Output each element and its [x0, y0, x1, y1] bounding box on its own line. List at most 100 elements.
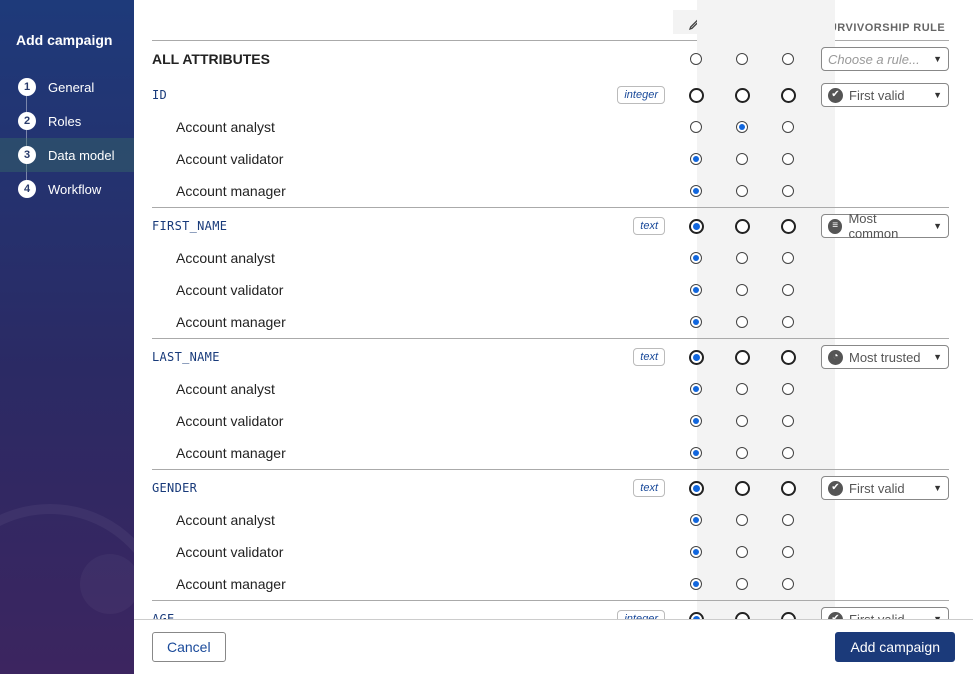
attr-perm-view[interactable]	[735, 350, 750, 365]
role-perm-hide[interactable]	[782, 415, 794, 427]
role-perm-view[interactable]	[736, 284, 748, 296]
role-perm-edit[interactable]	[690, 252, 702, 264]
role-perm-view[interactable]	[736, 185, 748, 197]
role-perm-hide[interactable]	[782, 447, 794, 459]
role-perm-edit[interactable]	[690, 546, 702, 558]
role-perm-edit[interactable]	[690, 514, 702, 526]
all-attr-rule-select[interactable]: Choose a rule... ▼	[821, 47, 949, 71]
attr-perm-edit[interactable]	[689, 350, 704, 365]
step-number: 1	[18, 78, 36, 96]
rule-select[interactable]: ≡Most common▼	[821, 214, 949, 238]
wizard-step-2[interactable]: 2Roles	[0, 104, 134, 138]
attribute-name: GENDER	[152, 481, 197, 495]
role-perm-hide[interactable]	[782, 153, 794, 165]
role-perm-hide[interactable]	[782, 514, 794, 526]
data-model-scroll[interactable]: SURVIVORSHIP RULE ALL ATTRIBUTES Choose …	[134, 0, 973, 619]
role-permission-row: Account validator	[152, 143, 949, 175]
attr-perm-hide[interactable]	[781, 350, 796, 365]
role-perm-view[interactable]	[736, 121, 748, 133]
role-name: Account validator	[152, 151, 283, 167]
attribute-type-tag: text	[633, 479, 665, 497]
role-perm-hide[interactable]	[782, 284, 794, 296]
role-perm-edit[interactable]	[690, 415, 702, 427]
role-permission-row: Account manager	[152, 437, 949, 469]
sidebar-title: Add campaign	[0, 32, 134, 70]
attr-perm-hide[interactable]	[781, 88, 796, 103]
attribute-row: GENDER text ✔First valid▼	[152, 469, 949, 504]
attr-perm-view[interactable]	[735, 219, 750, 234]
role-perm-hide[interactable]	[782, 121, 794, 133]
attr-perm-edit[interactable]	[689, 219, 704, 234]
rule-select-label: Most trusted	[849, 350, 921, 365]
rule-select-label: Most common	[848, 211, 927, 241]
role-perm-edit[interactable]	[690, 284, 702, 296]
role-perm-edit[interactable]	[690, 447, 702, 459]
all-attr-perm-view[interactable]	[736, 53, 748, 65]
role-permission-row: Account validator	[152, 405, 949, 437]
role-permission-row: Account analyst	[152, 373, 949, 405]
role-perm-hide[interactable]	[782, 578, 794, 590]
role-perm-hide[interactable]	[782, 383, 794, 395]
permission-columns-header	[673, 10, 811, 34]
role-perm-view[interactable]	[736, 153, 748, 165]
attribute-name: ID	[152, 88, 167, 102]
role-perm-edit[interactable]	[690, 383, 702, 395]
role-permission-row: Account analyst	[152, 504, 949, 536]
table-header: SURVIVORSHIP RULE	[152, 0, 949, 41]
attr-perm-edit[interactable]	[689, 88, 704, 103]
role-perm-view[interactable]	[736, 546, 748, 558]
attr-perm-hide[interactable]	[781, 219, 796, 234]
wizard-steps: 1 General 2Roles3Data model4Workflow	[0, 70, 134, 206]
role-name: Account analyst	[152, 250, 275, 266]
step-number: 3	[18, 146, 36, 164]
role-perm-view[interactable]	[736, 447, 748, 459]
cancel-button[interactable]: Cancel	[152, 632, 226, 662]
role-permission-row: Account manager	[152, 568, 949, 600]
role-perm-hide[interactable]	[782, 546, 794, 558]
role-perm-hide[interactable]	[782, 252, 794, 264]
role-permission-row: Account validator	[152, 536, 949, 568]
attr-perm-edit[interactable]	[689, 481, 704, 496]
attribute-name: AGE	[152, 612, 175, 619]
rule-select[interactable]: ✔First valid▼	[821, 83, 949, 107]
role-perm-edit[interactable]	[690, 185, 702, 197]
rule-select[interactable]: ✔First valid▼	[821, 476, 949, 500]
role-perm-edit[interactable]	[690, 316, 702, 328]
wizard-step-4[interactable]: 4Workflow	[0, 172, 134, 206]
role-perm-hide[interactable]	[782, 316, 794, 328]
role-perm-edit[interactable]	[690, 578, 702, 590]
rule-select-label: First valid	[849, 612, 905, 620]
attr-perm-view[interactable]	[735, 481, 750, 496]
step-label: General	[48, 80, 94, 95]
attr-perm-hide[interactable]	[781, 481, 796, 496]
role-perm-view[interactable]	[736, 316, 748, 328]
add-campaign-button[interactable]: Add campaign	[835, 632, 955, 662]
rule-icon: ✔	[828, 612, 843, 620]
wizard-step-3[interactable]: 3Data model	[0, 138, 134, 172]
role-perm-view[interactable]	[736, 252, 748, 264]
chevron-down-icon: ▼	[933, 54, 942, 64]
role-perm-view[interactable]	[736, 578, 748, 590]
all-attr-perm-edit[interactable]	[690, 53, 702, 65]
role-perm-view[interactable]	[736, 415, 748, 427]
wizard-step-1[interactable]: 1 General	[0, 70, 134, 104]
chevron-down-icon: ▼	[933, 221, 942, 231]
role-perm-edit[interactable]	[690, 121, 702, 133]
role-permission-row: Account manager	[152, 175, 949, 207]
role-perm-edit[interactable]	[690, 153, 702, 165]
role-perm-view[interactable]	[736, 383, 748, 395]
rule-select[interactable]: ✔First valid▼	[821, 607, 949, 619]
role-perm-hide[interactable]	[782, 185, 794, 197]
rule-select[interactable]: ◔Most trusted▼	[821, 345, 949, 369]
all-attr-perm-hide[interactable]	[782, 53, 794, 65]
attr-perm-view[interactable]	[735, 612, 750, 620]
role-name: Account validator	[152, 282, 283, 298]
attribute-row: FIRST_NAMEtext≡Most common▼	[152, 207, 949, 242]
rule-select-label: First valid	[849, 481, 905, 496]
step-number: 2	[18, 112, 36, 130]
attr-perm-edit[interactable]	[689, 612, 704, 620]
attr-perm-hide[interactable]	[781, 612, 796, 620]
attr-perm-view[interactable]	[735, 88, 750, 103]
role-perm-view[interactable]	[736, 514, 748, 526]
eye-icon	[719, 13, 765, 30]
